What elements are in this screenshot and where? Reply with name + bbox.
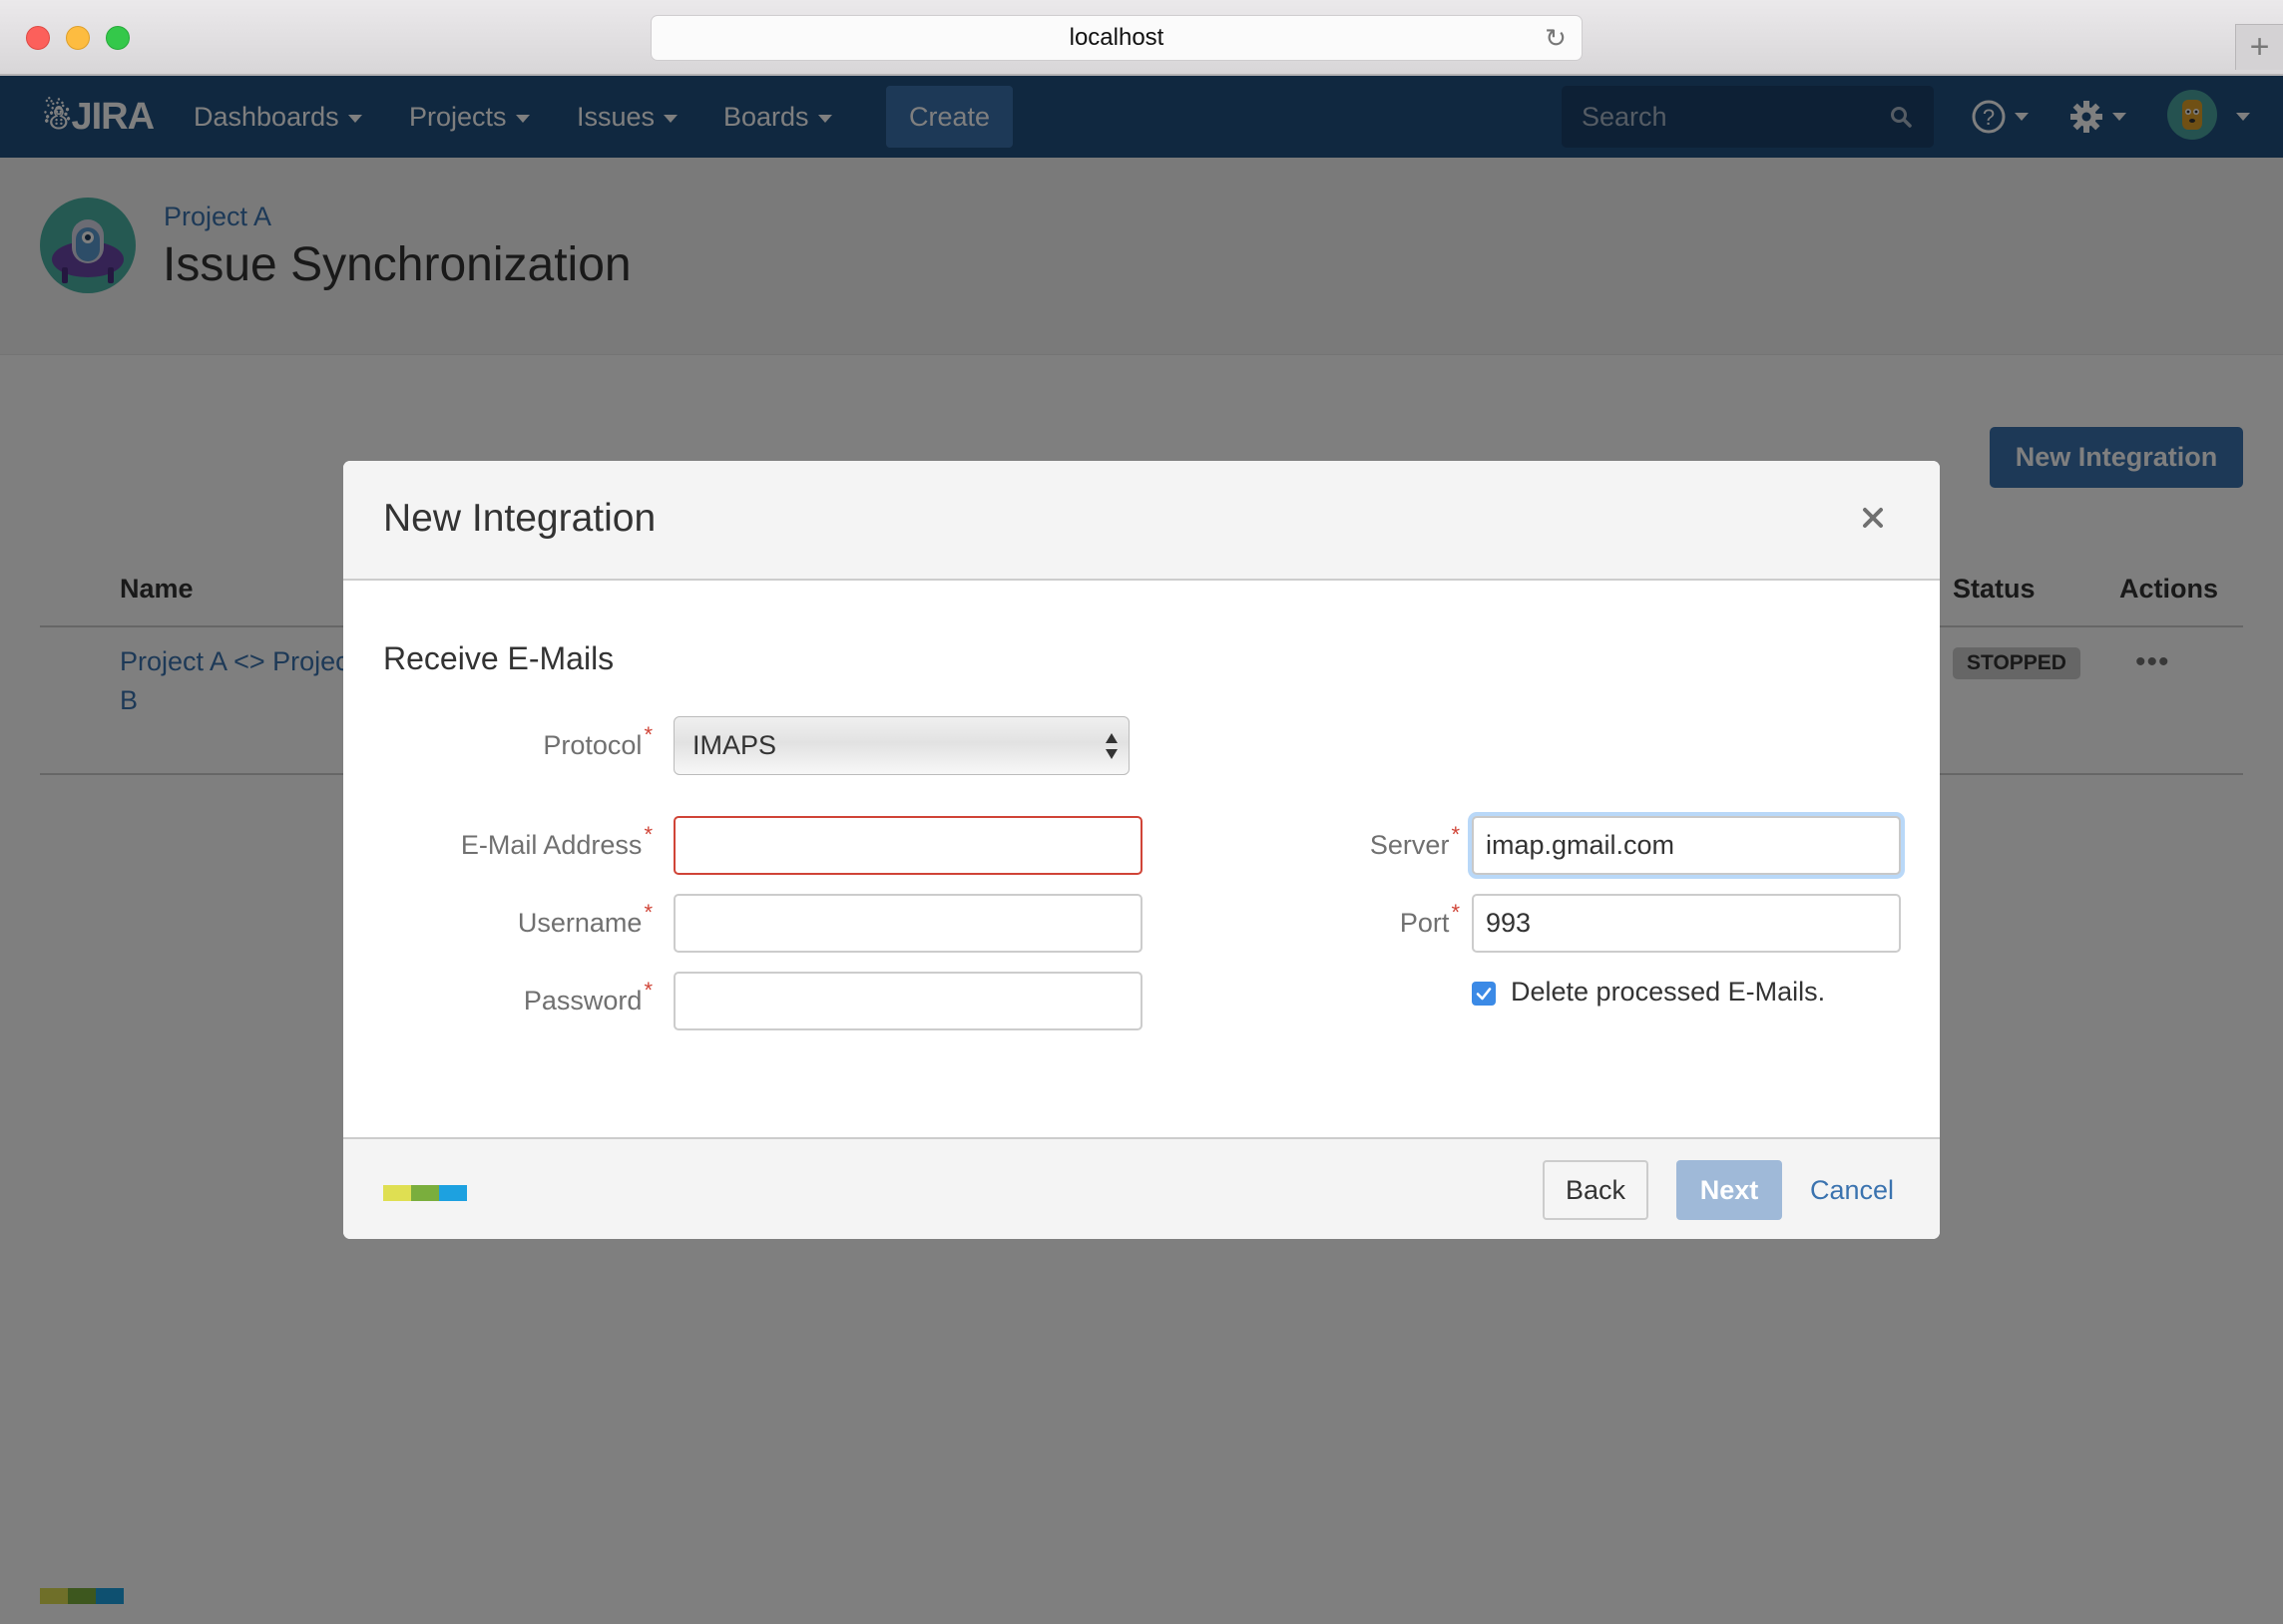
next-button[interactable]: Next — [1676, 1160, 1782, 1220]
logo-stripe-green — [411, 1185, 439, 1201]
email-field[interactable] — [674, 816, 1142, 875]
dialog-logo — [383, 1185, 467, 1206]
server-label: Server* — [1369, 822, 1460, 860]
protocol-label: Protocol* — [543, 722, 653, 760]
protocol-select[interactable]: IMAPS — [674, 716, 1130, 775]
address-bar[interactable]: localhost ↻ — [651, 15, 1583, 61]
logo-stripe-blue — [439, 1185, 467, 1201]
minimize-window-button[interactable] — [66, 26, 90, 50]
back-button[interactable]: Back — [1543, 1160, 1648, 1220]
required-marker: * — [644, 978, 653, 1003]
required-marker: * — [1451, 822, 1460, 847]
required-marker: * — [644, 822, 653, 847]
close-window-button[interactable] — [26, 26, 50, 50]
delete-processed-label[interactable]: Delete processed E-Mails. — [1511, 977, 1825, 1008]
new-integration-dialog: New Integration Receive E-Mails Protocol… — [343, 461, 1940, 1239]
protocol-selected-value: IMAPS — [692, 730, 777, 760]
url-text: localhost — [1069, 24, 1164, 51]
browser-chrome: localhost ↻ + — [0, 0, 2283, 76]
required-marker: * — [644, 900, 653, 925]
dialog-title: New Integration — [383, 497, 657, 540]
maximize-window-button[interactable] — [106, 26, 130, 50]
close-icon[interactable] — [1858, 503, 1888, 533]
server-field[interactable] — [1472, 816, 1901, 875]
section-title: Receive E-Mails — [383, 640, 615, 676]
port-field[interactable] — [1472, 894, 1901, 953]
username-field[interactable] — [674, 894, 1142, 953]
dialog-footer: Back Next Cancel — [343, 1137, 1940, 1239]
new-tab-button[interactable]: + — [2235, 24, 2283, 70]
username-label: Username* — [517, 900, 653, 938]
password-field[interactable] — [674, 972, 1142, 1030]
delete-processed-checkbox[interactable] — [1472, 982, 1496, 1006]
password-label: Password* — [523, 978, 653, 1015]
port-label: Port* — [1399, 900, 1460, 938]
required-marker: * — [644, 722, 653, 747]
reload-icon[interactable]: ↻ — [1542, 24, 1570, 52]
cancel-button[interactable]: Cancel — [1810, 1160, 1894, 1220]
required-marker: * — [1451, 900, 1460, 925]
checkmark-icon — [1476, 988, 1492, 1001]
select-arrows-icon — [1106, 733, 1118, 759]
logo-stripe-yellow — [383, 1185, 411, 1201]
email-label: E-Mail Address* — [460, 822, 653, 860]
dialog-header: New Integration — [343, 461, 1940, 581]
